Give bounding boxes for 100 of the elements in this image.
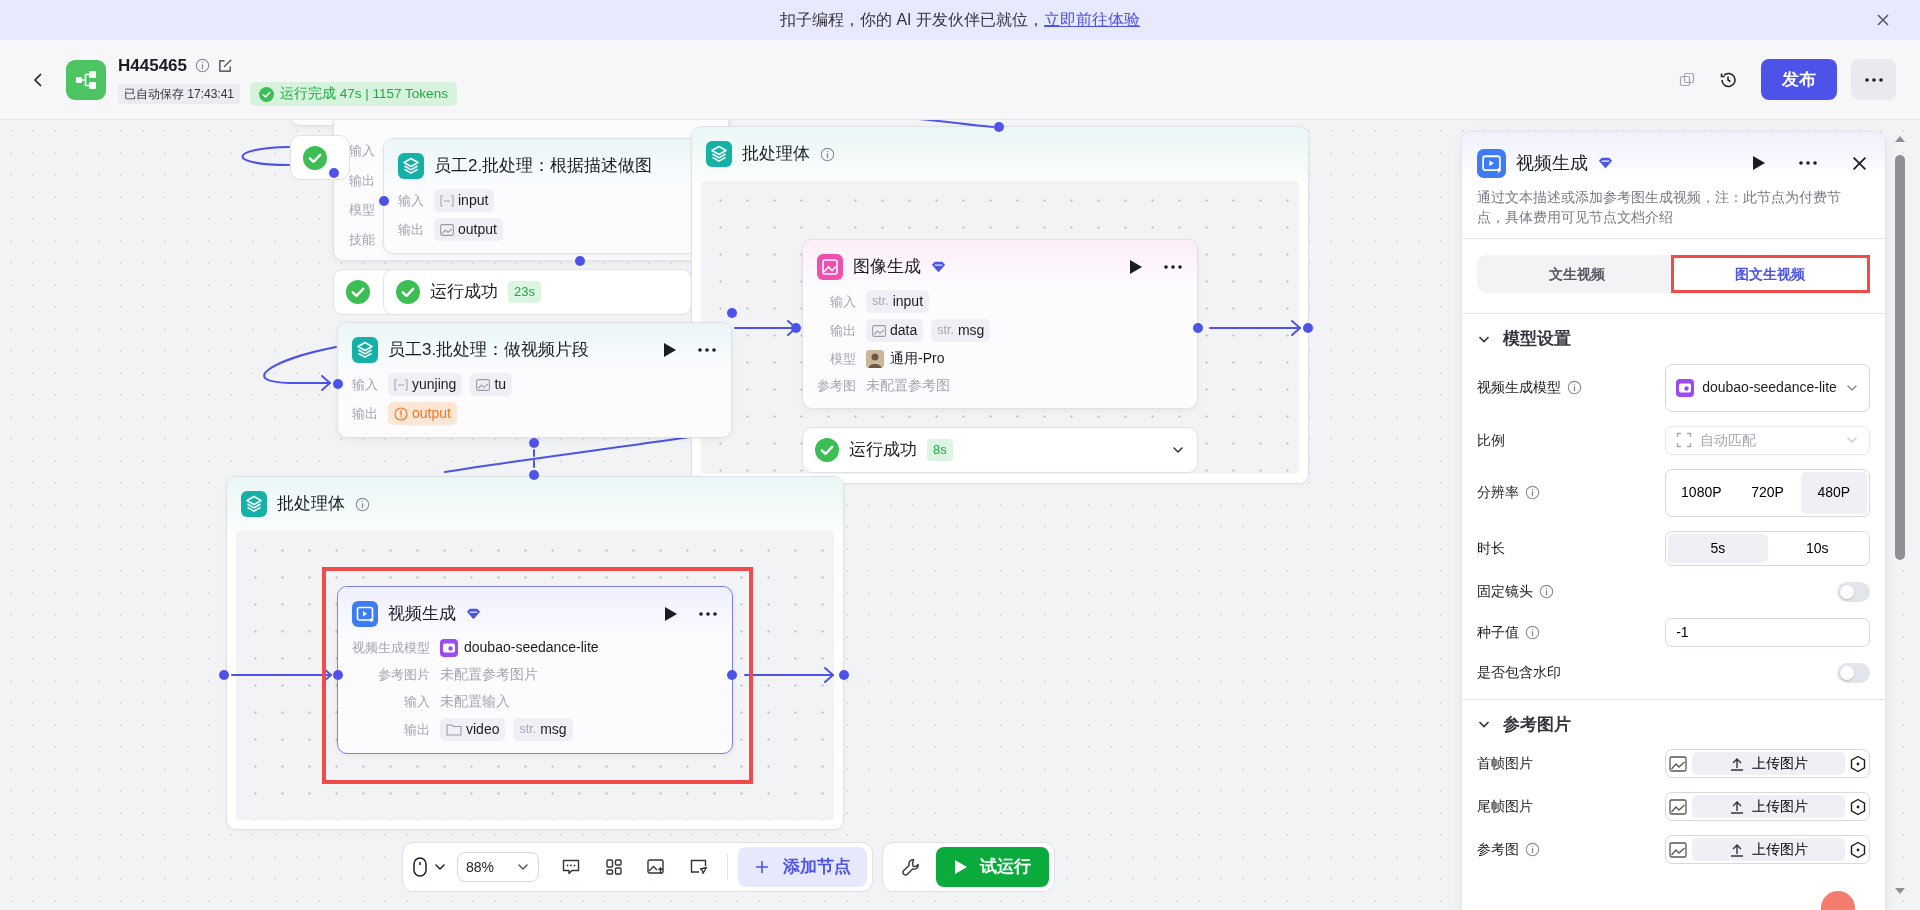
connection-port[interactable] [839, 670, 849, 680]
check-icon [396, 280, 420, 304]
app-icon [1676, 378, 1695, 397]
check-icon [346, 280, 370, 304]
wrench-icon[interactable] [902, 858, 921, 876]
folder-icon [446, 723, 462, 736]
autosave-time: 已自动保存 17:43:41 [118, 84, 241, 105]
share-icon[interactable] [689, 859, 708, 875]
more-icon[interactable] [697, 347, 717, 353]
comment-icon[interactable] [562, 859, 581, 875]
field-label: 输出 [829, 321, 856, 340]
scrollbar-thumb[interactable] [1895, 155, 1905, 560]
bracket-icon [440, 194, 454, 207]
run-status-badge: 运行完成 47s | 1157 Tokens [250, 82, 457, 107]
placeholder-text: 未配置参考图 [866, 376, 951, 395]
image-icon [440, 223, 454, 236]
project-title: H445465 [118, 54, 187, 77]
field-label: 参考图 [1477, 840, 1519, 859]
connection-port[interactable] [333, 670, 343, 680]
upload-button[interactable]: 上传图片 [1692, 795, 1845, 818]
group-title: 批处理体 [742, 143, 810, 166]
option-tab[interactable]: 1080P [1668, 471, 1735, 514]
publish-button[interactable]: 发布 [1761, 59, 1837, 100]
mouse-icon[interactable] [413, 857, 427, 877]
variable-name: msg [957, 321, 985, 340]
toggle-switch[interactable] [1837, 662, 1870, 683]
type-prefix: str. [519, 721, 537, 739]
more-icon[interactable] [1863, 76, 1884, 83]
check-icon [259, 86, 275, 102]
connection-port[interactable] [994, 122, 1004, 132]
more-icon[interactable] [1798, 160, 1818, 166]
connection-port[interactable] [575, 256, 585, 266]
connection-port[interactable] [529, 470, 539, 480]
video-icon [1477, 148, 1506, 178]
variable-name: video [466, 720, 500, 739]
toggle-switch[interactable] [1837, 581, 1870, 602]
close-icon[interactable] [1876, 13, 1890, 27]
section-title: 参考图片 [1503, 713, 1571, 736]
connection-port[interactable] [727, 670, 737, 680]
variable-icon[interactable] [1849, 754, 1867, 773]
option-tab[interactable]: 5s [1668, 533, 1768, 563]
play-icon[interactable] [664, 606, 678, 622]
node-title: 图像生成 [853, 256, 921, 279]
connector-line [241, 146, 290, 166]
image-icon [1668, 840, 1689, 859]
scroll-up-icon[interactable] [1894, 135, 1906, 143]
field-label: 模型 [349, 201, 375, 219]
grid-icon[interactable] [605, 859, 622, 875]
connection-port[interactable] [1193, 323, 1203, 333]
field-label: 输入 [829, 292, 856, 311]
info-icon [355, 496, 370, 512]
more-icon[interactable] [698, 611, 718, 617]
connection-port[interactable] [727, 308, 737, 318]
seed-input[interactable]: -1 [1665, 617, 1870, 647]
variable-icon[interactable] [1849, 840, 1867, 859]
image-icon [817, 254, 843, 280]
connection-port[interactable] [529, 438, 539, 448]
play-icon[interactable] [1752, 155, 1766, 171]
connection-port[interactable] [1303, 323, 1313, 333]
option-tab[interactable]: 10s [1767, 533, 1867, 563]
connection-port[interactable] [219, 670, 229, 680]
play-icon[interactable] [663, 342, 677, 358]
option-tab[interactable]: 480P [1800, 471, 1867, 514]
variable-name: data [890, 321, 918, 340]
status-text: 运行成功 [849, 439, 917, 462]
connection-port[interactable] [333, 379, 343, 389]
more-icon[interactable] [1163, 264, 1183, 270]
history-icon[interactable] [1719, 70, 1737, 89]
option-tab[interactable]: 720P [1734, 471, 1801, 514]
play-icon[interactable] [1129, 259, 1143, 275]
image-icon[interactable] [647, 859, 666, 875]
field-label: 输出 [352, 404, 378, 423]
duration-badge: 8s [927, 439, 953, 461]
connection-port[interactable] [791, 323, 801, 333]
section-title: 模型设置 [1503, 328, 1571, 350]
upload-button[interactable]: 上传图片 [1692, 752, 1845, 775]
field-label: 视频生成模型 [1477, 378, 1561, 397]
model-select[interactable]: doubao-seedance-lite [1665, 363, 1870, 412]
image-icon [1668, 797, 1689, 816]
field-label: 输入 [349, 142, 375, 160]
field-label: 参考图 [817, 376, 856, 395]
variable-name: input [458, 191, 489, 210]
connection-port[interactable] [379, 196, 389, 206]
connection-port[interactable] [329, 168, 339, 178]
edit-icon[interactable] [218, 57, 233, 73]
variable-name: output [412, 404, 451, 423]
mode-tab[interactable]: 图文生视频 [1673, 258, 1867, 290]
variable-icon[interactable] [1849, 797, 1867, 816]
banner-link[interactable]: 立即前往体验 [1044, 8, 1140, 32]
field-label: 模型 [829, 349, 856, 368]
upload-button[interactable]: 上传图片 [1692, 838, 1845, 861]
add-node-button[interactable]: 添加节点 [738, 847, 867, 887]
app-icon [440, 638, 458, 657]
placeholder-text: 未配置输入 [440, 692, 511, 711]
mode-tab[interactable]: 文生视频 [1480, 258, 1674, 290]
model-name: 通用-Pro [890, 349, 945, 368]
upload-icon [1729, 842, 1744, 857]
scroll-down-icon[interactable] [1894, 887, 1906, 895]
close-icon[interactable] [1852, 155, 1867, 171]
zoom-select[interactable]: 88% [457, 852, 539, 882]
